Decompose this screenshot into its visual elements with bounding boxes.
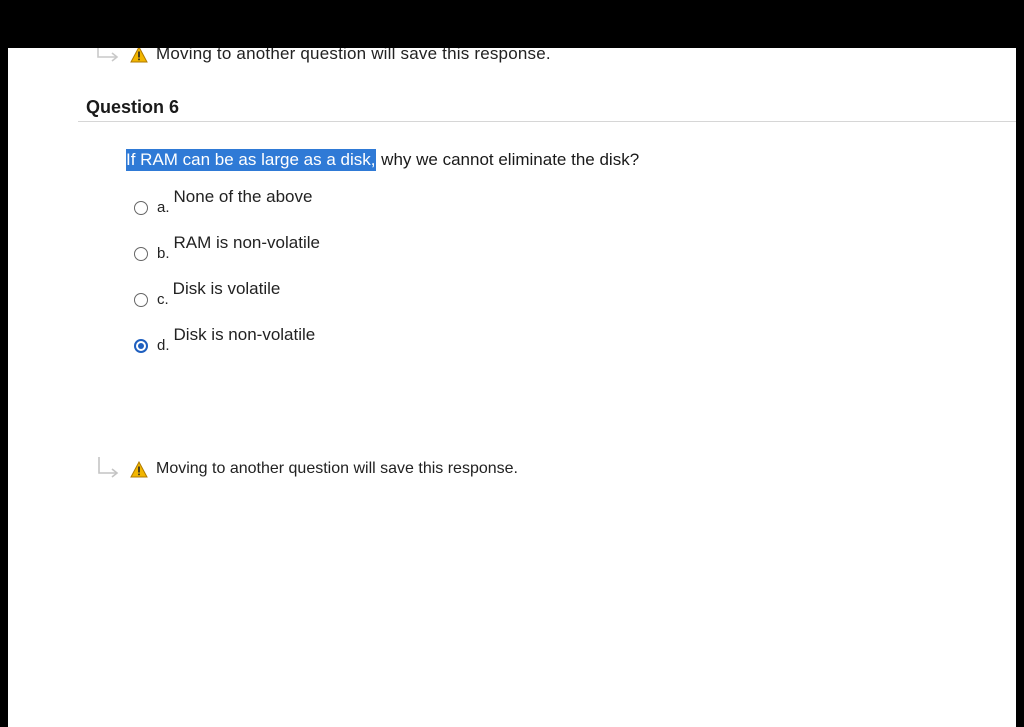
screen-top-band <box>0 0 1024 48</box>
option-letter: d. <box>157 337 170 354</box>
warning-icon <box>130 45 148 62</box>
question-divider <box>78 121 1016 122</box>
option-letter: b. <box>157 245 170 262</box>
question-title: Question 6 <box>86 97 180 117</box>
option-label[interactable]: None of the above <box>174 187 313 207</box>
option-label[interactable]: RAM is non-volatile <box>174 233 320 253</box>
answer-option-b[interactable]: b. RAM is non-volatile <box>134 233 320 262</box>
question-text-rest: why we cannot eliminate the disk? <box>376 150 640 169</box>
save-warning-bottom: Moving to another question will save thi… <box>94 456 518 482</box>
return-arrow-icon <box>98 457 119 478</box>
warning-icon <box>130 460 148 477</box>
answer-option-a[interactable]: a. None of the above <box>134 187 312 216</box>
radio-button-selected[interactable] <box>134 339 148 353</box>
radio-button[interactable] <box>134 201 148 215</box>
option-label[interactable]: Disk is volatile <box>173 279 281 299</box>
radio-button[interactable] <box>134 293 148 307</box>
question-text: If RAM can be as large as a disk, why we… <box>126 149 640 171</box>
question-text-highlighted: If RAM can be as large as a disk, <box>126 149 377 171</box>
save-warning-text: Moving to another question will save thi… <box>156 460 518 477</box>
quiz-page: Moving to another question will save thi… <box>8 0 1016 727</box>
option-label[interactable]: Disk is non-volatile <box>174 325 316 345</box>
radio-button[interactable] <box>134 247 148 261</box>
answer-option-c[interactable]: c. Disk is volatile <box>134 279 280 308</box>
answer-option-d[interactable]: d. Disk is non-volatile <box>134 325 315 354</box>
option-letter: a. <box>157 199 170 216</box>
option-letter: c. <box>157 291 169 308</box>
